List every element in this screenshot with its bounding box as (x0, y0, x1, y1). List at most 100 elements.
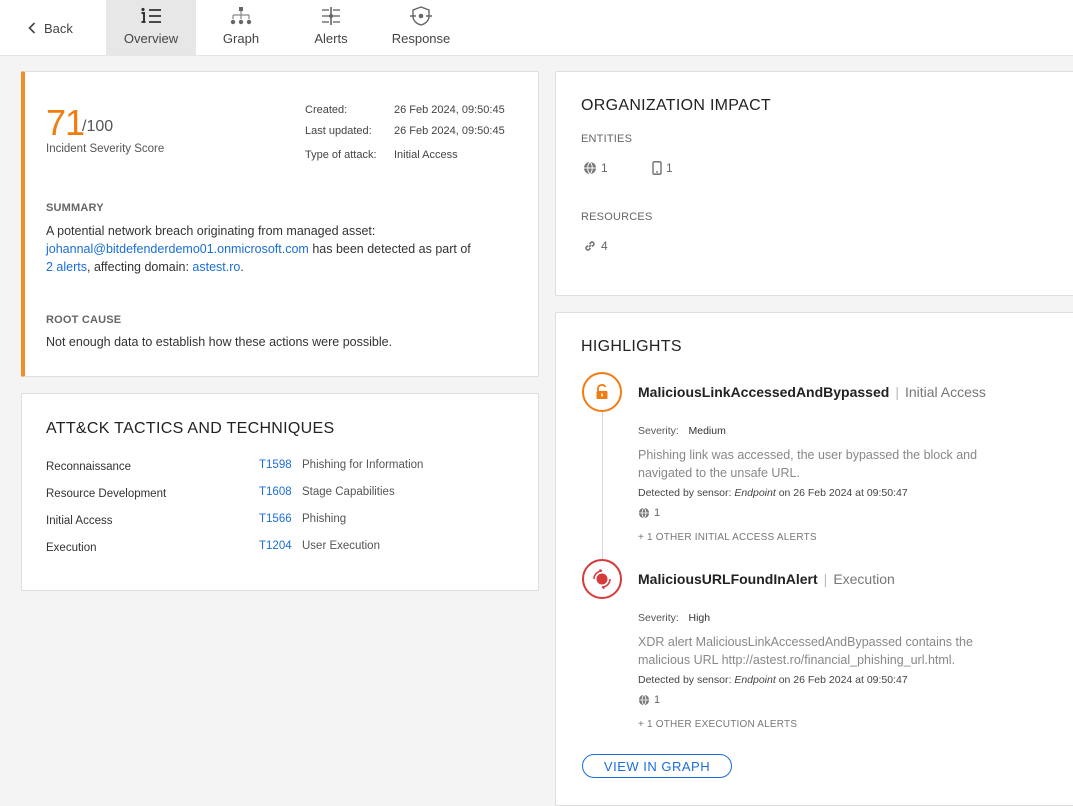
attack-type-value: Initial Access (394, 149, 458, 161)
highlight-header[interactable]: MaliciousURLFoundInAlert | Execution (638, 571, 895, 587)
tactic-name: Reconnaissance (46, 461, 132, 473)
domain-link[interactable]: astest.ro (192, 260, 240, 274)
highlight-category: Initial Access (904, 384, 986, 400)
chevron-left-icon (28, 22, 36, 34)
sensor-name: Endpoint (734, 674, 776, 686)
organization-impact-card: ORGANIZATION IMPACT ENTITIES 1 1 RESOURC… (555, 71, 1073, 296)
technique-id-link[interactable]: T1608 (259, 486, 292, 498)
highlight-description-line: navigated to the unsafe URL. (638, 466, 800, 480)
view-in-graph-button[interactable]: VIEW IN GRAPH (582, 754, 732, 778)
resources-heading: RESOURCES (581, 211, 653, 223)
globe-icon (638, 694, 650, 706)
last-updated-label: Last updated: (305, 125, 372, 137)
summary-text-part: . (240, 260, 244, 274)
highlight-description: Phishing link was accessed, the user byp… (638, 446, 1018, 482)
highlight-alert-name: MaliciousLinkAccessedAndBypassed (638, 384, 890, 400)
tactic-name: Initial Access (46, 515, 113, 527)
summary-text: A potential network breach originating f… (46, 222, 526, 276)
technique-name: Phishing (302, 513, 347, 525)
alerts-icon (318, 5, 344, 27)
highlight-detection: Detected by sensor: Endpoint on 26 Feb 2… (638, 487, 908, 499)
highlight-description: XDR alert MaliciousLinkAccessedAndBypass… (638, 633, 1018, 669)
technique-name: User Execution (302, 540, 380, 552)
tab-overview[interactable]: Overview (106, 0, 196, 55)
highlights-card: HIGHLIGHTS MaliciousLinkAccessedAndBypas… (555, 312, 1073, 806)
created-label: Created: (305, 104, 348, 116)
incident-summary-card: 71 /100 Incident Severity Score Created:… (21, 71, 539, 377)
tab-response-label: Response (391, 31, 451, 46)
highlight-severity: Severity: High (638, 609, 710, 624)
technique-id-link[interactable]: T1566 (259, 513, 292, 525)
tab-overview-label: Overview (123, 31, 179, 46)
other-alerts-link[interactable]: + 1 OTHER INITIAL ACCESS ALERTS (638, 532, 817, 543)
unlocked-padlock-icon (582, 372, 622, 412)
summary-text-part: , affecting domain: (87, 260, 189, 274)
technique-name: Phishing for Information (302, 459, 424, 471)
severity-score-value: 71 (46, 102, 85, 143)
list-icon (138, 5, 164, 27)
highlight-detection: Detected by sensor: Endpoint on 26 Feb 2… (638, 674, 908, 686)
resource-links[interactable]: 4 (583, 239, 608, 253)
severity-score-max: /100 (82, 118, 114, 135)
entities-heading: ENTITIES (581, 133, 633, 145)
entity-count: 1 (601, 161, 608, 175)
created-value: 26 Feb 2024, 09:50:45 (394, 104, 505, 116)
technique-name: Stage Capabilities (302, 486, 395, 498)
technique-id-link[interactable]: T1204 (259, 540, 292, 552)
tactic-name: Resource Development (46, 488, 167, 500)
top-nav-bar: Back Overview Graph Alerts Response (0, 0, 1073, 56)
last-updated-value: 26 Feb 2024, 09:50:45 (394, 125, 505, 137)
technique-id-link[interactable]: T1598 (259, 459, 292, 471)
entity-globe[interactable]: 1 (583, 161, 608, 175)
other-alerts-link[interactable]: + 1 OTHER EXECUTION ALERTS (638, 719, 797, 730)
org-impact-title: ORGANIZATION IMPACT (581, 97, 771, 114)
back-label: Back (44, 20, 73, 36)
highlight-entity[interactable]: 1 (638, 507, 660, 519)
root-cause-heading: ROOT CAUSE (46, 314, 122, 326)
response-icon (408, 5, 434, 27)
highlight-divider: | (823, 571, 828, 587)
attck-tactics-card: ATT&CK TACTICS AND TECHNIQUES Reconnaiss… (21, 393, 539, 591)
highlight-category: Execution (833, 571, 895, 587)
target-icon (582, 559, 622, 599)
highlights-title: HIGHLIGHTS (581, 338, 682, 355)
detected-prefix: Detected by sensor: (638, 674, 732, 686)
timeline-line (602, 395, 603, 565)
highlight-description-line: Phishing link was accessed, the user byp… (638, 448, 978, 462)
detected-suffix: on 26 Feb 2024 at 09:50:47 (778, 487, 908, 499)
tab-graph[interactable]: Graph (196, 0, 286, 55)
tab-response[interactable]: Response (376, 0, 466, 55)
entity-count: 1 (654, 507, 661, 519)
summary-heading: SUMMARY (46, 202, 104, 214)
severity-label: Severity: (638, 425, 679, 437)
entity-count: 1 (666, 161, 673, 175)
back-button[interactable]: Back (28, 18, 73, 38)
highlight-header[interactable]: MaliciousLinkAccessedAndBypassed | Initi… (638, 384, 986, 400)
graph-icon (228, 5, 254, 27)
summary-text-part: has been detected as part of (312, 242, 471, 256)
tab-alerts-label: Alerts (314, 31, 348, 46)
severity-score-label: Incident Severity Score (46, 143, 165, 155)
highlight-description-line: XDR alert MaliciousLinkAccessedAndBypass… (638, 635, 973, 649)
sensor-name: Endpoint (734, 487, 776, 499)
root-cause-text: Not enough data to establish how these a… (46, 335, 393, 349)
highlight-description-line: malicious URL http://astest.ro/financial… (638, 653, 956, 667)
highlight-alert-name: MaliciousURLFoundInAlert (638, 571, 818, 587)
asset-link[interactable]: johannal@bitdefenderdemo01.onmicrosoft.c… (46, 242, 309, 256)
link-icon (585, 241, 595, 251)
tactics-title: ATT&CK TACTICS AND TECHNIQUES (46, 420, 335, 437)
tab-graph-label: Graph (222, 31, 260, 46)
resource-count: 4 (601, 239, 608, 253)
severity-value: High (688, 612, 711, 624)
alerts-link[interactable]: 2 alerts (46, 260, 87, 274)
entity-mobile[interactable]: 1 (652, 161, 673, 175)
globe-icon (638, 507, 650, 519)
entity-count: 1 (654, 694, 661, 706)
severity-label: Severity: (638, 612, 679, 624)
globe-icon (584, 161, 596, 175)
summary-text-part: A potential network breach originating f… (46, 224, 376, 238)
highlight-severity: Severity: Medium (638, 422, 726, 437)
highlight-entity[interactable]: 1 (638, 694, 660, 706)
tab-alerts[interactable]: Alerts (286, 0, 376, 55)
detected-suffix: on 26 Feb 2024 at 09:50:47 (778, 674, 908, 686)
